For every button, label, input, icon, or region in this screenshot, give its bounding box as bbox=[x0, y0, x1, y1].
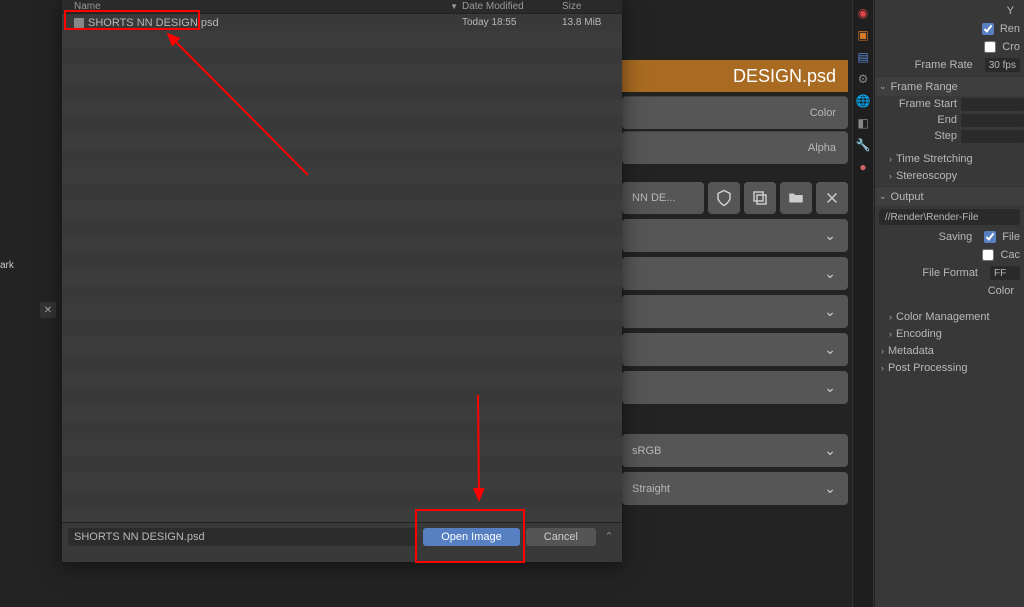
encoding-section[interactable]: ›Encoding bbox=[875, 325, 1024, 342]
node-output-alpha: Alpha bbox=[622, 131, 848, 164]
frame-step-field[interactable] bbox=[961, 130, 1024, 143]
column-size[interactable]: Size bbox=[562, 1, 622, 12]
frame-rate-field[interactable]: 30 fps bbox=[985, 58, 1020, 72]
chevron-down-icon: ⌄ bbox=[824, 442, 836, 459]
chevron-right-icon: › bbox=[889, 329, 892, 339]
crop-checkbox-row: Cro bbox=[875, 38, 1024, 56]
properties-tab-strip: ◉ ▣ ▤ ⚙ 🌐 ◧ 🔧 ● bbox=[852, 0, 874, 607]
output-section[interactable]: ⌄Output bbox=[875, 186, 1024, 206]
frame-start-field[interactable] bbox=[961, 98, 1024, 111]
file-name: SHORTS NN DESIGN.psd bbox=[88, 17, 219, 29]
properties-panel: Y Ren Cro Frame Rate 30 fps ⌄Frame Range… bbox=[874, 0, 1024, 607]
render-checkbox-row: Ren bbox=[875, 20, 1024, 38]
file-format-row: File FormatFF bbox=[875, 264, 1024, 282]
chevron-down-icon: ⌄ bbox=[824, 227, 836, 244]
chevron-down-icon: ⌄ bbox=[879, 81, 887, 92]
column-name[interactable]: Name bbox=[62, 1, 450, 12]
color-management-section[interactable]: ›Color Management bbox=[875, 308, 1024, 325]
chevron-right-icon: › bbox=[889, 312, 892, 322]
material-tab-icon[interactable]: ● bbox=[856, 160, 870, 174]
frame-end-field[interactable] bbox=[961, 114, 1024, 127]
sort-desc-icon[interactable]: ▼ bbox=[450, 2, 458, 11]
output-tab-icon[interactable]: ▣ bbox=[856, 28, 870, 42]
color-space-dropdown[interactable]: sRGB⌄ bbox=[622, 434, 848, 467]
file-date: Today 18:55 bbox=[462, 17, 562, 28]
node-dropdown-5[interactable]: ⌄ bbox=[622, 371, 848, 404]
column-date[interactable]: Date Modified bbox=[462, 1, 562, 12]
bookmark-label-fragment: ark bbox=[0, 260, 14, 271]
chevron-right-icon: › bbox=[889, 154, 892, 164]
chevron-down-icon: ⌄ bbox=[824, 480, 836, 497]
file-browser-dialog: Name ▼ Date Modified Size SHORTS NN DESI… bbox=[62, 0, 622, 562]
chevron-down-icon: ⌄ bbox=[824, 379, 836, 396]
open-image-button[interactable]: Open Image bbox=[423, 528, 520, 546]
chevron-down-icon: ⌄ bbox=[824, 341, 836, 358]
chevron-down-icon: ⌄ bbox=[824, 265, 836, 282]
unlink-close-icon[interactable] bbox=[816, 182, 848, 214]
file-browser-footer: SHORTS NN DESIGN.psd Open Image Cancel ⌃ bbox=[62, 522, 622, 550]
alpha-mode-dropdown[interactable]: Straight⌄ bbox=[622, 472, 848, 505]
file-format-field[interactable]: FF bbox=[990, 266, 1020, 280]
metadata-section[interactable]: ›Metadata bbox=[875, 342, 1024, 359]
resolution-y-row: Y bbox=[875, 2, 1024, 20]
post-processing-section[interactable]: ›Post Processing bbox=[875, 359, 1024, 376]
frame-end-row: End bbox=[875, 112, 1024, 128]
modifier-tab-icon[interactable]: 🔧 bbox=[856, 138, 870, 152]
object-tab-icon[interactable]: ◧ bbox=[856, 116, 870, 130]
chevron-right-icon: › bbox=[881, 363, 884, 373]
node-output-color: Color bbox=[622, 96, 848, 129]
cancel-button[interactable]: Cancel bbox=[526, 528, 596, 546]
expand-options-icon[interactable]: ⌃ bbox=[602, 530, 616, 543]
node-dropdown-1[interactable]: ⌄ bbox=[622, 219, 848, 252]
chevron-right-icon: › bbox=[889, 171, 892, 181]
world-tab-icon[interactable]: 🌐 bbox=[856, 94, 870, 108]
frame-rate-row: Frame Rate 30 fps bbox=[875, 56, 1024, 74]
node-dropdown-4[interactable]: ⌄ bbox=[622, 333, 848, 366]
node-dropdown-2[interactable]: ⌄ bbox=[622, 257, 848, 290]
left-panel-fragment: ark ✕ bbox=[0, 0, 62, 607]
color-row: Color bbox=[875, 282, 1024, 300]
file-row[interactable]: SHORTS NN DESIGN.psd Today 18:55 13.8 Mi… bbox=[62, 14, 622, 31]
close-icon[interactable]: ✕ bbox=[40, 302, 56, 318]
file-size: 13.8 MiB bbox=[562, 17, 622, 28]
crop-checkbox[interactable] bbox=[984, 41, 996, 53]
file-icon bbox=[74, 18, 84, 28]
duplicate-icon[interactable] bbox=[744, 182, 776, 214]
render-checkbox[interactable] bbox=[982, 23, 994, 35]
chevron-down-icon: ⌄ bbox=[879, 191, 887, 202]
output-path-field[interactable]: //Render\Render-File bbox=[879, 209, 1020, 225]
node-title[interactable]: DESIGN.psd bbox=[622, 60, 848, 92]
chevron-down-icon: ⌄ bbox=[824, 303, 836, 320]
filename-input[interactable]: SHORTS NN DESIGN.psd bbox=[68, 528, 417, 546]
scene-tab-icon[interactable]: ⚙ bbox=[856, 72, 870, 86]
frame-step-row: Step bbox=[875, 128, 1024, 144]
time-stretching-section[interactable]: ›Time Stretching bbox=[875, 150, 1024, 167]
node-dropdown-3[interactable]: ⌄ bbox=[622, 295, 848, 328]
stereoscopy-section[interactable]: ›Stereoscopy bbox=[875, 167, 1024, 184]
saving-checkbox[interactable] bbox=[984, 231, 996, 243]
saving-row: Saving File bbox=[875, 228, 1024, 246]
image-file-field[interactable]: NN DE... bbox=[622, 182, 704, 214]
image-texture-node: DESIGN.psd Color Alpha NN DE... ⌄ ⌄ ⌄ ⌄ … bbox=[622, 0, 848, 505]
cache-row: Cac bbox=[875, 246, 1024, 264]
render-tab-icon[interactable]: ◉ bbox=[856, 6, 870, 20]
frame-start-row: Frame Start bbox=[875, 96, 1024, 112]
file-list[interactable]: SHORTS NN DESIGN.psd Today 18:55 13.8 Mi… bbox=[62, 14, 622, 522]
folder-icon[interactable] bbox=[780, 182, 812, 214]
frame-range-section[interactable]: ⌄Frame Range bbox=[875, 76, 1024, 96]
chevron-right-icon: › bbox=[881, 346, 884, 356]
shield-icon[interactable] bbox=[708, 182, 740, 214]
file-list-header: Name ▼ Date Modified Size bbox=[62, 0, 622, 14]
cache-checkbox[interactable] bbox=[982, 249, 994, 261]
viewlayer-tab-icon[interactable]: ▤ bbox=[856, 50, 870, 64]
